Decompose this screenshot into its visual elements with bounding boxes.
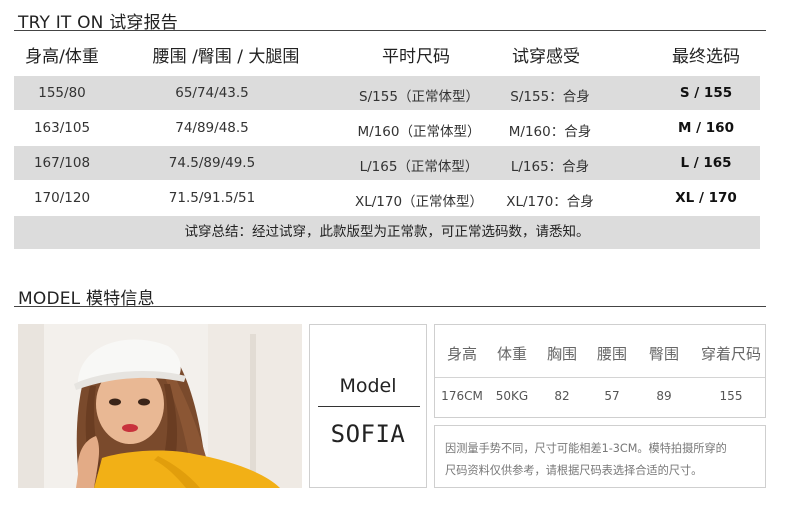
stat-value-bust: 82: [554, 389, 570, 403]
note-line-2: 尺码资料仅供参考，请根据尺码表选择合适的尺寸。: [445, 464, 703, 477]
cell-final-size: M / 160: [678, 120, 734, 136]
model-label: Model: [339, 375, 397, 397]
header-usual-size: 平时尺码: [382, 47, 450, 67]
fitting-summary: 试穿总结：经过试穿，此款版型为正常款，可正常选码数，请悉知。: [14, 216, 760, 249]
model-title-rule: [14, 306, 766, 307]
cell-measurements: 74.5/89/49.5: [168, 155, 256, 171]
cell-height-weight: 155/80: [38, 85, 86, 101]
table-row: 167/108 74.5/89/49.5 L/165（正常体型） L/165：合…: [14, 146, 760, 180]
stat-header-bust: 胸围: [546, 345, 578, 363]
cell-measurements: 74/89/48.5: [175, 120, 249, 136]
stat-header-size-worn: 穿着尺码: [700, 345, 762, 363]
model-photo: [18, 324, 302, 488]
cell-fit-feel: XL/170：合身: [506, 194, 594, 210]
model-portrait-illustration: [18, 324, 302, 488]
note-line-1: 因测量手势不同，尺寸可能相差1-3CM。模特拍摄所穿的: [445, 442, 727, 455]
cell-height-weight: 170/120: [33, 190, 91, 206]
table-row: 155/80 65/74/43.5 S/155（正常体型） S/155：合身 S…: [14, 76, 760, 110]
cell-height-weight: 167/108: [33, 155, 91, 171]
cell-final-size: XL / 170: [675, 190, 737, 206]
stat-header-waist: 腰围: [596, 345, 628, 363]
fitting-table-header: 身高/体重 腰围 /臀围 / 大腿围 平时尺码 试穿感受 最终选码: [14, 40, 760, 68]
cell-fit-feel: L/165：合身: [510, 159, 590, 175]
header-measurements: 腰围 /臀围 / 大腿围: [152, 47, 300, 67]
cell-height-weight: 163/105: [33, 120, 91, 136]
header-fit-feel: 试穿感受: [512, 47, 580, 67]
stat-value-weight: 50KG: [495, 389, 529, 403]
stat-value-waist: 57: [604, 389, 620, 403]
fitting-title-rule: [14, 30, 766, 31]
cell-final-size: S / 155: [679, 85, 733, 101]
stat-value-size-worn: 155: [719, 389, 743, 403]
stat-value-hip: 89: [656, 389, 672, 403]
cell-fit-feel: S/155：合身: [510, 89, 590, 105]
cell-measurements: 65/74/43.5: [175, 85, 249, 101]
stat-header-hip: 臀围: [648, 345, 680, 363]
stat-header-weight: 体重: [496, 345, 528, 363]
cell-measurements: 71.5/91.5/51: [168, 190, 256, 206]
stat-value-height: 176CM: [441, 389, 483, 403]
stat-header-height: 身高: [446, 345, 478, 363]
model-name-card: Model SOFIA: [309, 324, 427, 488]
cell-usual-size: L/165（正常体型）: [359, 159, 479, 175]
cell-final-size: L / 165: [680, 155, 732, 171]
cell-usual-size: XL/170（正常体型）: [354, 194, 484, 210]
table-row: 163/105 74/89/48.5 M/160（正常体型） M/160：合身 …: [14, 111, 760, 145]
model-stats-table: 身高 体重 胸围 腰围 臀围 穿着尺码 176CM 50KG 82 57 89 …: [434, 324, 766, 418]
measurement-note: 因测量手势不同，尺寸可能相差1-3CM。模特拍摄所穿的 尺码资料仅供参考，请根据…: [434, 425, 766, 488]
cell-usual-size: M/160（正常体型）: [357, 124, 481, 140]
table-row: 170/120 71.5/91.5/51 XL/170（正常体型） XL/170…: [14, 181, 760, 215]
model-name-divider: [318, 406, 420, 407]
stats-divider: [435, 377, 765, 378]
header-height-weight: 身高/体重: [25, 47, 99, 67]
cell-usual-size: S/155（正常体型）: [359, 89, 479, 105]
model-name: SOFIA: [330, 420, 406, 448]
header-final-size: 最终选码: [672, 47, 740, 67]
cell-fit-feel: M/160：合身: [508, 124, 592, 140]
